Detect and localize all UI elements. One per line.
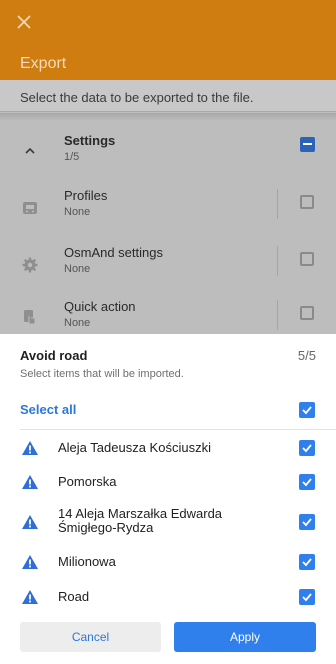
list-item-label: Pomorska bbox=[58, 474, 117, 489]
osmand-settings-title: OsmAnd settings bbox=[64, 245, 163, 260]
list-item-checkbox[interactable] bbox=[299, 514, 315, 530]
profiles-row[interactable]: Profiles None bbox=[0, 185, 336, 233]
warning-icon bbox=[21, 474, 39, 490]
gear-icon bbox=[21, 256, 39, 274]
export-description: Select the data to be exported to the fi… bbox=[20, 90, 254, 105]
sheet-description: Select items that will be imported. bbox=[20, 368, 184, 380]
settings-group-checkbox[interactable] bbox=[300, 137, 315, 152]
osmand-settings-checkbox[interactable] bbox=[300, 252, 314, 266]
quick-action-count: None bbox=[64, 317, 91, 329]
list-item-label-line1: 14 Aleja Marszałka Edwarda bbox=[58, 506, 223, 521]
list-item-label: Road bbox=[58, 589, 90, 604]
profiles-checkbox[interactable] bbox=[300, 195, 314, 209]
app-bar: Export bbox=[0, 0, 336, 80]
list-item[interactable]: Pomorska bbox=[0, 472, 336, 496]
list-item[interactable]: Aleja Tadeusza Kościuszki bbox=[0, 438, 336, 462]
selection-count: 5/5 bbox=[297, 348, 316, 363]
select-all-checkbox[interactable] bbox=[299, 402, 315, 418]
close-icon[interactable] bbox=[12, 10, 36, 34]
list-item-label-line2: Śmigłego-Rydza bbox=[58, 520, 154, 535]
list-item-checkbox[interactable] bbox=[299, 554, 315, 570]
list-item[interactable]: Milionowa bbox=[0, 552, 336, 576]
chevron-up-icon[interactable] bbox=[21, 142, 39, 160]
list-item[interactable]: Road bbox=[0, 587, 336, 611]
list-item-label: Milionowa bbox=[58, 554, 116, 569]
export-list-background: Select the data to be exported to the fi… bbox=[0, 80, 336, 334]
car-profile-icon bbox=[21, 199, 39, 217]
list-item-checkbox[interactable] bbox=[299, 474, 315, 490]
list-item-checkbox[interactable] bbox=[299, 589, 315, 605]
page-title: Export bbox=[20, 55, 67, 72]
select-all-button[interactable]: Select all bbox=[20, 402, 76, 417]
list-item-label: Aleja Tadeusza Kościuszki bbox=[58, 440, 211, 455]
osmand-settings-count: None bbox=[64, 263, 91, 275]
osmand-settings-row[interactable]: OsmAnd settings None bbox=[0, 242, 336, 290]
quick-action-row[interactable]: Quick action None bbox=[0, 296, 336, 334]
avoid-road-bottom-sheet: Avoid road 5/5 Select items that will be… bbox=[0, 334, 336, 664]
profiles-count: None bbox=[64, 206, 91, 218]
warning-icon bbox=[21, 514, 39, 530]
settings-group-count: 1/5 bbox=[64, 151, 80, 163]
warning-icon bbox=[21, 589, 39, 605]
list-item[interactable]: 14 Aleja Marszałka Edwarda Śmigłego-Rydz… bbox=[0, 506, 336, 542]
cancel-button[interactable]: Cancel bbox=[20, 622, 161, 652]
export-description-bar: Select the data to be exported to the fi… bbox=[0, 80, 336, 112]
sheet-title: Avoid road bbox=[20, 348, 88, 363]
apply-button[interactable]: Apply bbox=[174, 622, 316, 652]
warning-icon bbox=[21, 554, 39, 570]
list-item-checkbox[interactable] bbox=[299, 440, 315, 456]
quick-action-icon bbox=[21, 308, 39, 326]
quick-action-checkbox[interactable] bbox=[300, 306, 314, 320]
warning-icon bbox=[21, 440, 39, 456]
profiles-title: Profiles bbox=[64, 188, 108, 203]
settings-group-title: Settings bbox=[64, 133, 116, 148]
quick-action-title: Quick action bbox=[64, 299, 136, 314]
settings-group-row[interactable]: Settings 1/5 bbox=[0, 128, 336, 176]
